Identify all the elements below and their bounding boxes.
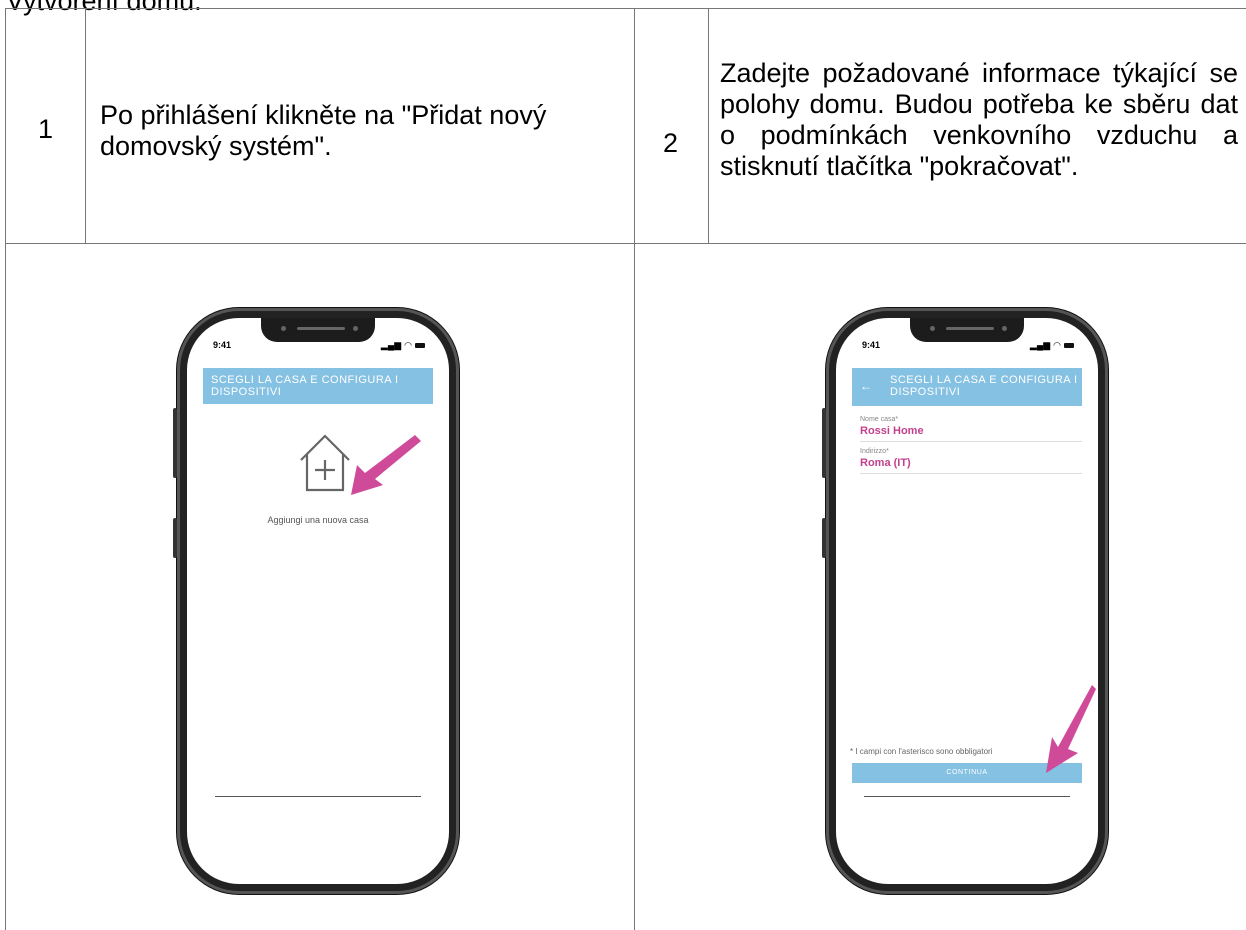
wifi-icon: ◠ [1053, 340, 1061, 350]
back-arrow-icon[interactable]: ← [860, 380, 873, 392]
phone-side-button [822, 518, 826, 558]
field-underline [860, 473, 1082, 474]
home-indicator [215, 796, 421, 797]
arrow-icon [1046, 685, 1096, 773]
battery-icon [1064, 343, 1074, 348]
phone-side-button [822, 408, 826, 478]
signal-icon: ▂▄▆ [380, 340, 402, 350]
phone-screen: 9:41 ▂▄▆ ◠ ← SCEGLI LA CASA E CONFIGURA … [836, 318, 1098, 884]
phone-side-button [173, 408, 177, 478]
table-border-top [5, 8, 1246, 9]
status-time: 9:41 [213, 340, 232, 350]
wifi-icon: ◠ [404, 340, 412, 350]
field-underline [860, 441, 1082, 442]
phone-notch [910, 318, 1024, 342]
phone-notch [261, 318, 375, 342]
status-icons: ▂▄▆ ◠ [381, 340, 425, 351]
arrow-icon [351, 435, 421, 495]
status-icons: ▂▄▆ ◠ [1030, 340, 1074, 351]
table-divider-center [634, 8, 635, 930]
field-address[interactable]: Roma (IT) [860, 457, 911, 469]
field-label-home-name: Nome casa* [860, 416, 899, 423]
phone-side-button [173, 518, 177, 558]
app-title: SCEGLI LA CASA E CONFIGURA I DISPOSITIVI [211, 374, 399, 398]
table-border-left [5, 8, 6, 930]
table-divider-num2 [708, 8, 709, 243]
app-header: SCEGLI LA CASA E CONFIGURA I DISPOSITIVI [203, 368, 433, 404]
field-label-address: Indirizzo* [860, 448, 889, 455]
step-number-1: 1 [38, 114, 54, 144]
table-border-mid [5, 243, 1246, 244]
status-time: 9:41 [862, 340, 881, 350]
field-home-name[interactable]: Rossi Home [860, 425, 924, 437]
required-note: * I campi con l'asterisco sono obbligato… [850, 747, 993, 756]
battery-icon [415, 343, 425, 348]
table-divider-num1 [85, 8, 86, 243]
app-header: ← SCEGLI LA CASA E CONFIGURA I DISPOSITI… [852, 368, 1082, 406]
phone-right: 9:41 ▂▄▆ ◠ ← SCEGLI LA CASA E CONFIGURA … [822, 308, 1108, 894]
add-home-label[interactable]: Aggiungi una nuova casa [187, 515, 449, 525]
step-number-2: 2 [663, 128, 679, 158]
step-text-1: Po přihlášení klikněte na "Přidat nový d… [100, 100, 547, 161]
signal-icon: ▂▄▆ [1029, 340, 1051, 350]
phone-left: 9:41 ▂▄▆ ◠ SCEGLI LA CASA E CONFIGURA I … [173, 308, 459, 894]
phone-screen: 9:41 ▂▄▆ ◠ SCEGLI LA CASA E CONFIGURA I … [187, 318, 449, 884]
step-text-2: Zadejte požadované informace týkající se… [720, 58, 1238, 181]
app-title: SCEGLI LA CASA E CONFIGURA I DISPOSITIVI [890, 374, 1078, 398]
home-indicator [864, 796, 1070, 797]
